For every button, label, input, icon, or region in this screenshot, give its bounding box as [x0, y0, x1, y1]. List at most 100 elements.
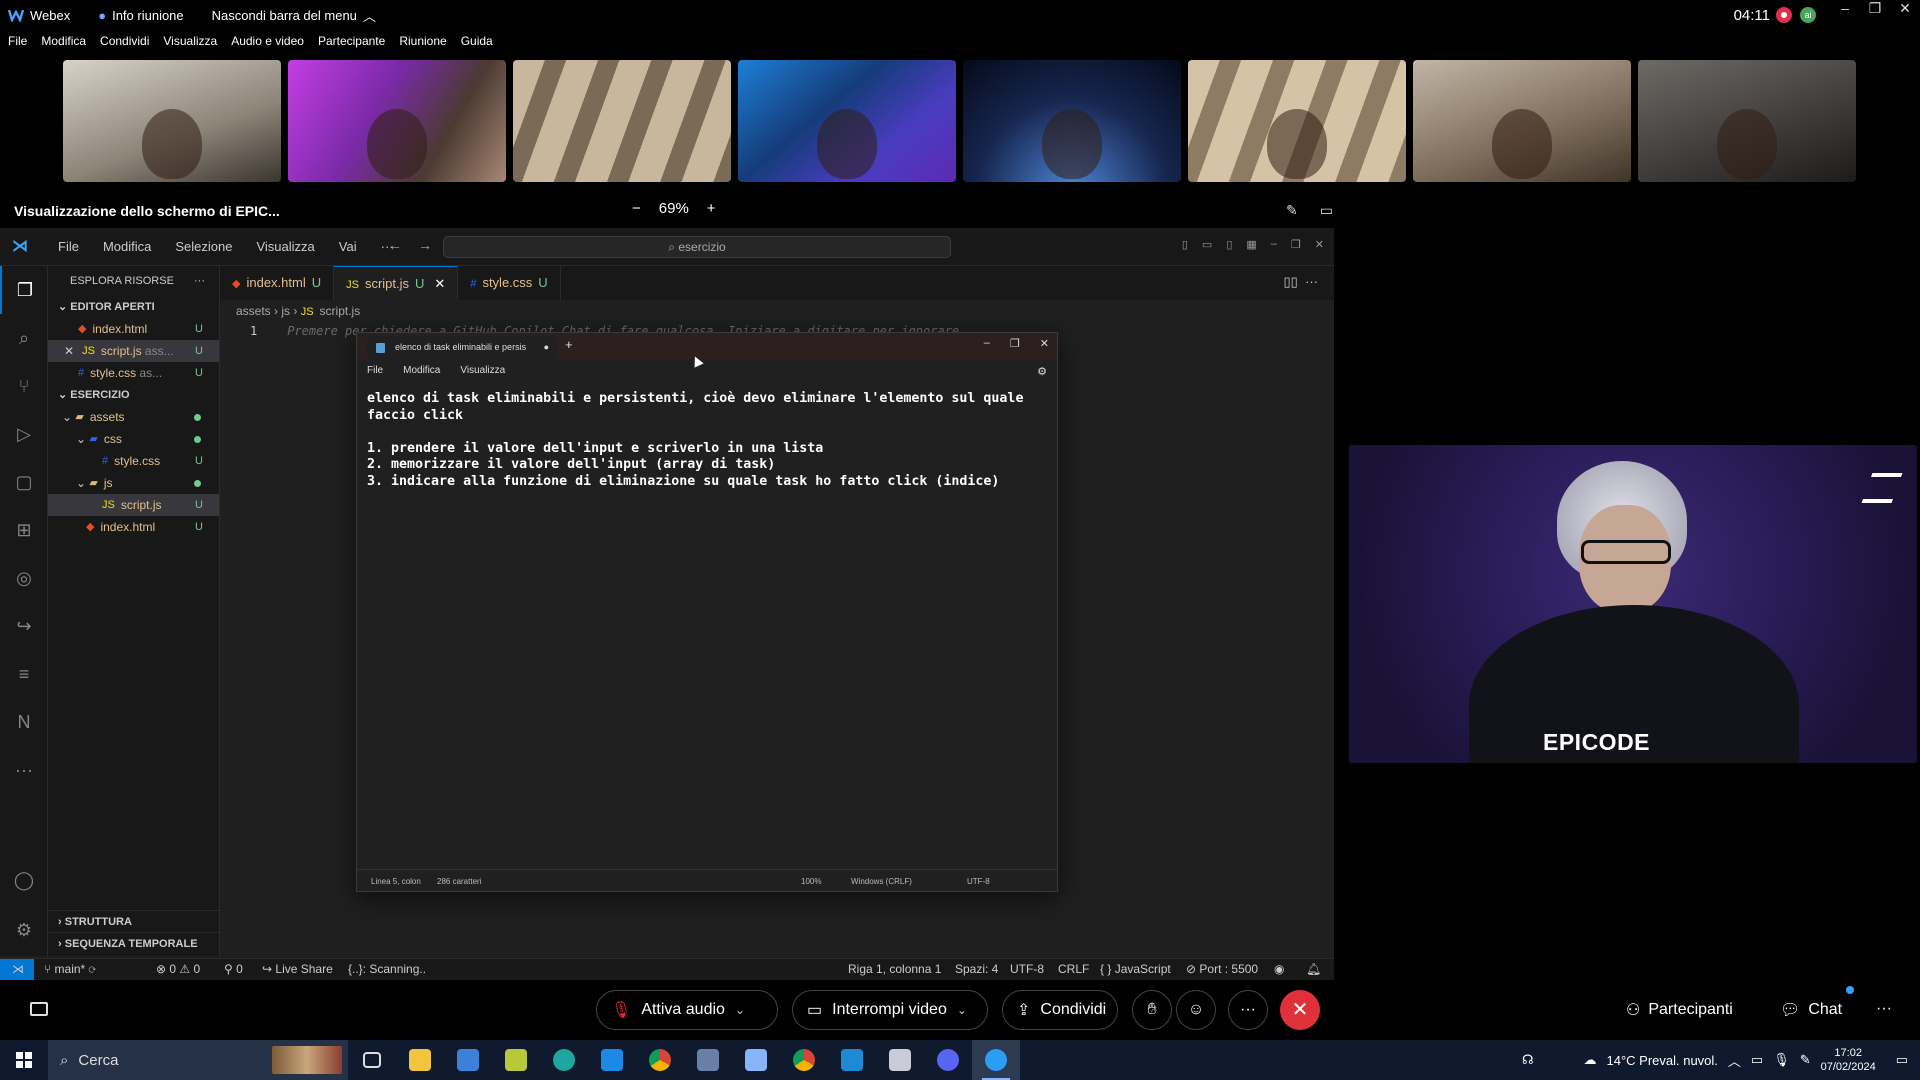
- participant-video[interactable]: [1413, 60, 1631, 182]
- meeting-info-button[interactable]: ● Info riunione: [98, 8, 183, 23]
- back-arrow-icon[interactable]: ←: [388, 237, 402, 253]
- open-editor-item[interactable]: # style.css as... U: [48, 362, 219, 384]
- np-menu-file[interactable]: File: [367, 359, 383, 383]
- chevron-down-icon[interactable]: ⌄: [735, 1003, 745, 1017]
- weather-cloud-icon[interactable]: ☁: [1583, 1052, 1596, 1068]
- open-editor-item[interactable]: ◆ index.html U: [48, 318, 219, 340]
- gear-icon[interactable]: ⚙: [0, 906, 48, 954]
- toggle-sidebar-icon[interactable]: ▯: [1182, 238, 1188, 251]
- language-mode[interactable]: { } JavaScript: [1100, 962, 1171, 976]
- start-button[interactable]: [0, 1040, 48, 1080]
- store-icon[interactable]: [444, 1040, 492, 1080]
- notes-app-icon[interactable]: [492, 1040, 540, 1080]
- more-icon[interactable]: ···: [1876, 1000, 1892, 1018]
- notifications-bell-icon[interactable]: 🔔︎: [1306, 962, 1321, 976]
- file-encoding[interactable]: UTF-8: [1010, 962, 1044, 976]
- edge-icon[interactable]: [540, 1040, 588, 1080]
- open-editor-item[interactable]: ✕ JS script.js ass... U: [48, 340, 219, 362]
- minimize-icon[interactable]: –: [1830, 0, 1860, 17]
- project-header[interactable]: ⌄ ESERCIZIO: [48, 384, 219, 406]
- indentation[interactable]: Spazi: 4: [955, 962, 998, 976]
- np-menu-modifica[interactable]: Modifica: [403, 359, 440, 383]
- menu-audio-video[interactable]: Audio e video: [231, 34, 304, 54]
- participant-video[interactable]: [1188, 60, 1406, 182]
- calculator-icon[interactable]: [684, 1040, 732, 1080]
- accessibility-icon[interactable]: ☊: [1522, 1052, 1534, 1068]
- file-explorer-icon[interactable]: [396, 1040, 444, 1080]
- split-editor-icon[interactable]: ▯▯ ···: [1283, 274, 1318, 290]
- participants-button[interactable]: ⚇ Partecipanti: [1626, 1000, 1733, 1020]
- menu-modifica[interactable]: Modifica: [41, 34, 86, 54]
- vs-menu-vai[interactable]: Vai: [339, 239, 357, 254]
- menu-file[interactable]: File: [8, 34, 27, 54]
- presenter-video[interactable]: EPICODE: [1349, 445, 1917, 763]
- explorer-icon[interactable]: ❐: [0, 266, 48, 314]
- live-server-port[interactable]: ⊘ Port : 5500: [1186, 962, 1258, 976]
- pen-icon[interactable]: ✎: [1800, 1052, 1811, 1068]
- popout-icon[interactable]: ▭: [1320, 202, 1333, 219]
- discord-icon[interactable]: [924, 1040, 972, 1080]
- participant-video[interactable]: [288, 60, 506, 182]
- vs-restore-icon[interactable]: ❐: [1291, 238, 1301, 251]
- file-index-html[interactable]: ◆ index.html U: [48, 516, 219, 538]
- zoom-out-button[interactable]: −: [632, 200, 641, 217]
- clock[interactable]: 17:02 07/02/2024: [1821, 1046, 1876, 1074]
- taskbar-search[interactable]: ⌕ Cerca: [48, 1040, 348, 1080]
- hide-menu-button[interactable]: Nascondi barra del menu ︿: [212, 6, 376, 25]
- notepad-tab[interactable]: elenco di task eliminabili e persis ●: [367, 336, 557, 359]
- chrome-icon[interactable]: [636, 1040, 684, 1080]
- participant-video[interactable]: [1638, 60, 1856, 182]
- weather-label[interactable]: 14°C Preval. nuvol.: [1606, 1053, 1717, 1068]
- leave-meeting-button[interactable]: ✕: [1280, 990, 1320, 1030]
- stop-video-button[interactable]: ▭ Interrompi video ⌄: [792, 990, 988, 1030]
- file-script-js[interactable]: JS script.js U: [48, 494, 219, 516]
- chevron-down-icon[interactable]: ⌄: [957, 1003, 967, 1017]
- notepad-taskbar-icon[interactable]: [732, 1040, 780, 1080]
- microphone-icon[interactable]: 🎙︎: [1773, 1052, 1790, 1068]
- vs-minimize-icon[interactable]: –: [1271, 238, 1277, 251]
- end-of-line[interactable]: CRLF: [1058, 962, 1089, 976]
- annotate-icon[interactable]: ✎: [1286, 202, 1298, 219]
- unsaved-dot-icon[interactable]: ●: [544, 336, 549, 359]
- captions-icon[interactable]: [30, 1002, 48, 1016]
- share-button[interactable]: ⇪ Condividi: [1002, 990, 1118, 1030]
- vs-menu-selezione[interactable]: Selezione: [175, 239, 232, 254]
- layout-icon[interactable]: ▦: [1246, 238, 1256, 251]
- notebook-icon[interactable]: N: [0, 698, 48, 746]
- tab-script-js[interactable]: JS script.js U ✕: [334, 266, 459, 300]
- vs-menu-visualizza[interactable]: Visualizza: [256, 239, 314, 254]
- run-debug-icon[interactable]: ▷: [0, 410, 48, 458]
- network-icon[interactable]: ▭: [1751, 1052, 1763, 1068]
- timeline-header[interactable]: › SEQUENZA TEMPORALE: [48, 932, 219, 954]
- restore-icon[interactable]: ❐: [1860, 0, 1890, 17]
- participant-video[interactable]: [963, 60, 1181, 182]
- source-control-icon[interactable]: ⑂: [0, 362, 48, 410]
- chrome-profile-icon[interactable]: [780, 1040, 828, 1080]
- notification-center-icon[interactable]: ▭: [1896, 1052, 1908, 1068]
- menu-condividi[interactable]: Condividi: [100, 34, 149, 54]
- close-editor-icon[interactable]: ✕: [64, 340, 74, 362]
- file-style-css[interactable]: # style.css U: [48, 450, 219, 472]
- problems-indicator[interactable]: ⊗ 0 ⚠ 0: [156, 962, 200, 976]
- close-tab-icon[interactable]: ✕: [434, 276, 445, 291]
- more-actions-icon[interactable]: ···: [194, 266, 205, 296]
- participant-video[interactable]: [63, 60, 281, 182]
- unmute-button[interactable]: 🎙︎ Attiva audio ⌄: [596, 990, 778, 1030]
- folder-css[interactable]: ⌄ ▰ css: [48, 428, 219, 450]
- new-tab-button[interactable]: +: [565, 337, 573, 352]
- menu-visualizza[interactable]: Visualizza: [163, 34, 217, 54]
- chat-button[interactable]: 💬︎ Chat: [1780, 1000, 1842, 1020]
- mail-icon[interactable]: [588, 1040, 636, 1080]
- account-icon[interactable]: ◯: [0, 856, 48, 904]
- search-view-icon[interactable]: ⌕: [0, 314, 48, 362]
- np-minimize-icon[interactable]: –: [984, 337, 990, 350]
- notepad-text-area[interactable]: elenco di task eliminabili e persistenti…: [357, 383, 1057, 498]
- raise-hand-icon[interactable]: ✋︎: [1132, 990, 1172, 1030]
- vs-menu-modifica[interactable]: Modifica: [103, 239, 151, 254]
- more-views-icon[interactable]: ···: [0, 746, 48, 794]
- folder-js[interactable]: ⌄ ▰ js: [48, 472, 219, 494]
- remote-indicator[interactable]: ⋊: [0, 959, 34, 980]
- open-editors-header[interactable]: ⌄ EDITOR APERTI: [48, 296, 219, 318]
- np-menu-visualizza[interactable]: Visualizza: [460, 359, 505, 383]
- live-share-button[interactable]: ↪ Live Share: [262, 962, 333, 976]
